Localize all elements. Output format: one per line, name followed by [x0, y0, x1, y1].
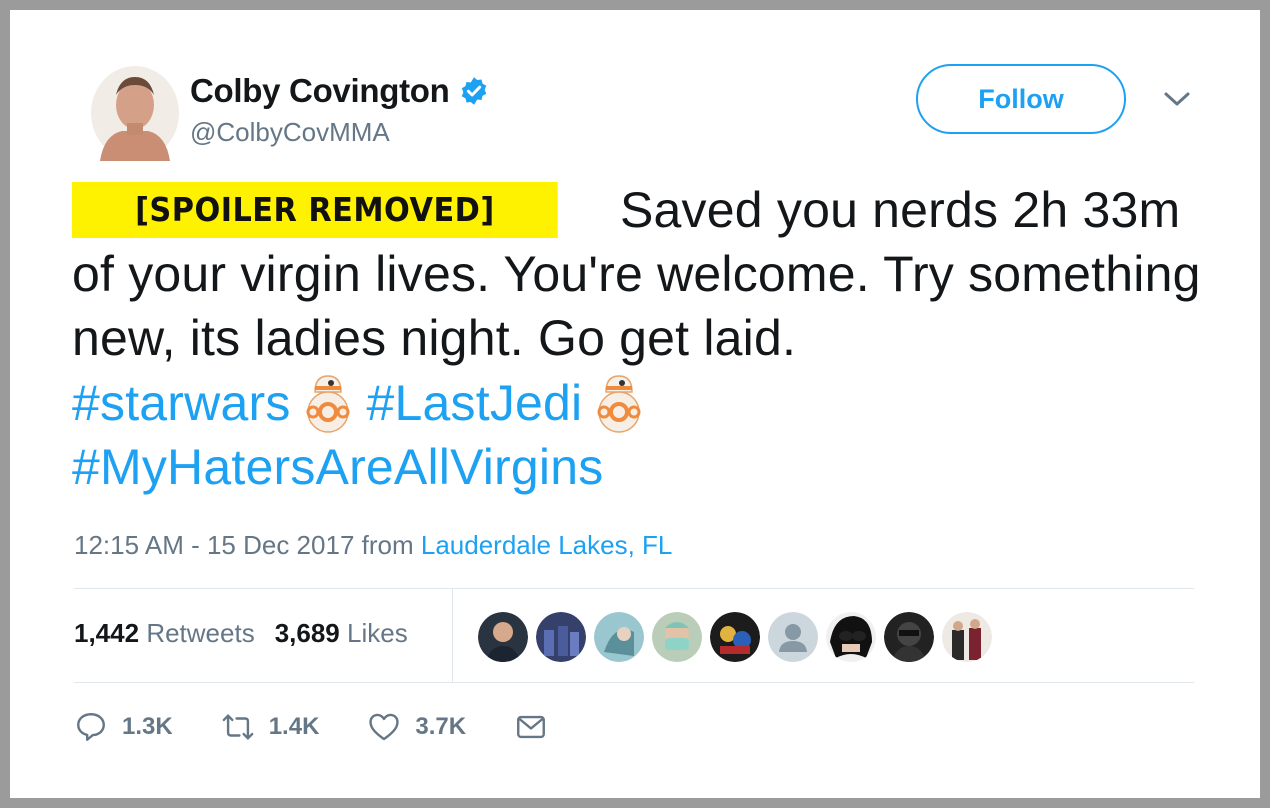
divider	[452, 588, 453, 682]
retweets-stat[interactable]: 1,442 Retweets	[74, 618, 255, 649]
like-button[interactable]: 3.7K	[367, 710, 466, 744]
author-name-row: Colby Covington	[190, 72, 489, 110]
liker-avatars	[478, 612, 992, 662]
like-count: 3.7K	[415, 713, 467, 740]
liker-avatar[interactable]	[710, 612, 760, 662]
author-name[interactable]: Colby Covington	[190, 72, 450, 110]
heart-icon	[369, 713, 400, 741]
reply-button[interactable]: 1.3K	[74, 710, 173, 744]
retweet-icon	[222, 714, 254, 740]
liker-avatar[interactable]	[942, 612, 992, 662]
likes-count: 3,689	[274, 618, 340, 648]
author-avatar[interactable]	[90, 65, 180, 161]
tweet-text: [SPOILER REMOVED] Saved you nerds 2h 33m …	[72, 178, 1212, 499]
direct-message-button[interactable]	[514, 710, 548, 744]
reply-icon	[77, 713, 105, 741]
likes-stat[interactable]: 3,689 Likes	[275, 618, 408, 649]
tweet-card: Colby Covington @ColbyCovMMA Follow [SPO…	[10, 10, 1260, 798]
default-avatar-icon[interactable]	[768, 612, 818, 662]
hashtag-starwars[interactable]: #starwars	[72, 375, 291, 431]
follow-button[interactable]: Follow	[916, 64, 1126, 134]
liker-avatar[interactable]	[536, 612, 586, 662]
retweets-label: Retweets	[146, 618, 255, 648]
hashtag-myhatersareallvirgins[interactable]: #MyHatersAreAllVirgins	[72, 439, 603, 495]
retweets-count: 1,442	[74, 618, 140, 648]
reply-count: 1.3K	[122, 713, 173, 740]
tweet-location[interactable]: Lauderdale Lakes, FL	[421, 530, 673, 560]
retweet-button[interactable]: 1.4K	[221, 710, 320, 744]
liker-avatar[interactable]	[478, 612, 528, 662]
tweet-timestamp[interactable]: 12:15 AM - 15 Dec 2017	[74, 530, 354, 560]
bb8-emoji-icon	[597, 375, 641, 433]
retweet-count: 1.4K	[268, 713, 320, 740]
tweet-meta: 12:15 AM - 15 Dec 2017 from Lauderdale L…	[74, 530, 672, 561]
tweet-actions: 1.3K 1.4K 3.7K	[74, 710, 596, 744]
divider	[74, 682, 1194, 683]
from-label: from	[361, 530, 414, 560]
chevron-down-icon[interactable]	[1162, 88, 1192, 110]
envelope-icon	[517, 715, 546, 739]
likes-label: Likes	[347, 618, 408, 648]
verified-badge-icon	[462, 77, 487, 105]
spoiler-removed-label: [SPOILER REMOVED]	[72, 182, 558, 238]
author-handle[interactable]: @ColbyCovMMA	[190, 117, 390, 148]
divider	[74, 588, 1194, 589]
liker-avatar[interactable]	[826, 612, 876, 662]
hashtag-lastjedi[interactable]: #LastJedi	[367, 375, 583, 431]
liker-avatar[interactable]	[594, 612, 644, 662]
liker-avatar[interactable]	[884, 612, 934, 662]
bb8-emoji-icon	[306, 375, 350, 433]
liker-avatar[interactable]	[652, 612, 702, 662]
tweet-stats: 1,442 Retweets 3,689 Likes	[74, 618, 408, 649]
